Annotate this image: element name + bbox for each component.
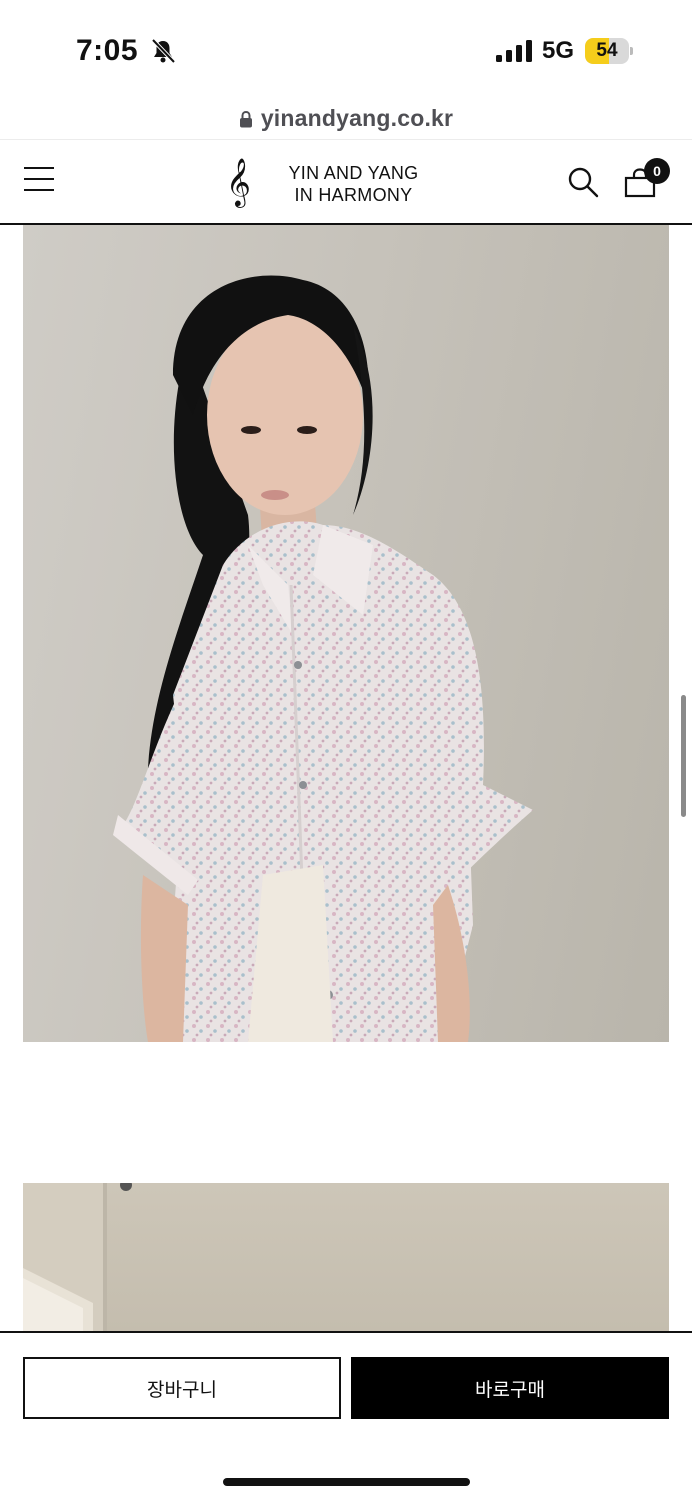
search-icon[interactable] [567, 166, 599, 198]
signal-icon [496, 40, 532, 62]
site-logo[interactable]: 𝄞 YIN AND YANG IN HARMONY [226, 158, 466, 206]
url-text: yinandyang.co.kr [260, 104, 454, 131]
menu-icon[interactable] [24, 167, 58, 195]
product-photo[interactable] [23, 225, 669, 1042]
treble-clef-icon: 𝄞 [226, 157, 251, 206]
battery-icon: 54 [585, 38, 633, 64]
logo-text: YIN AND YANG IN HARMONY [266, 162, 441, 206]
product-photo-illustration [113, 275, 533, 1042]
product-photo-illustration [23, 1183, 132, 1333]
site-header: 𝄞 YIN AND YANG IN HARMONY 0 [0, 139, 692, 225]
buy-now-button[interactable]: 바로구매 [351, 1357, 669, 1419]
cart-count-badge: 0 [644, 158, 670, 184]
cart-button[interactable]: 0 [624, 158, 670, 200]
home-indicator[interactable] [223, 1478, 470, 1486]
network-type: 5G [542, 37, 575, 64]
add-to-cart-button[interactable]: 장바구니 [23, 1357, 341, 1419]
bell-slash-icon [151, 38, 176, 64]
logo-line-1: YIN AND YANG [288, 163, 419, 183]
scroll-indicator[interactable] [681, 695, 686, 817]
logo-line-2: IN HARMONY [294, 185, 413, 205]
action-bar: 장바구니 바로구매 [0, 1331, 692, 1500]
lock-icon [239, 110, 252, 128]
status-bar: 7:05 5G 54 [0, 0, 692, 100]
status-time: 7:05 [76, 34, 139, 67]
battery-level: 54 [596, 40, 618, 61]
product-photo[interactable] [23, 1183, 669, 1333]
address-bar[interactable]: yinandyang.co.kr [0, 98, 692, 138]
